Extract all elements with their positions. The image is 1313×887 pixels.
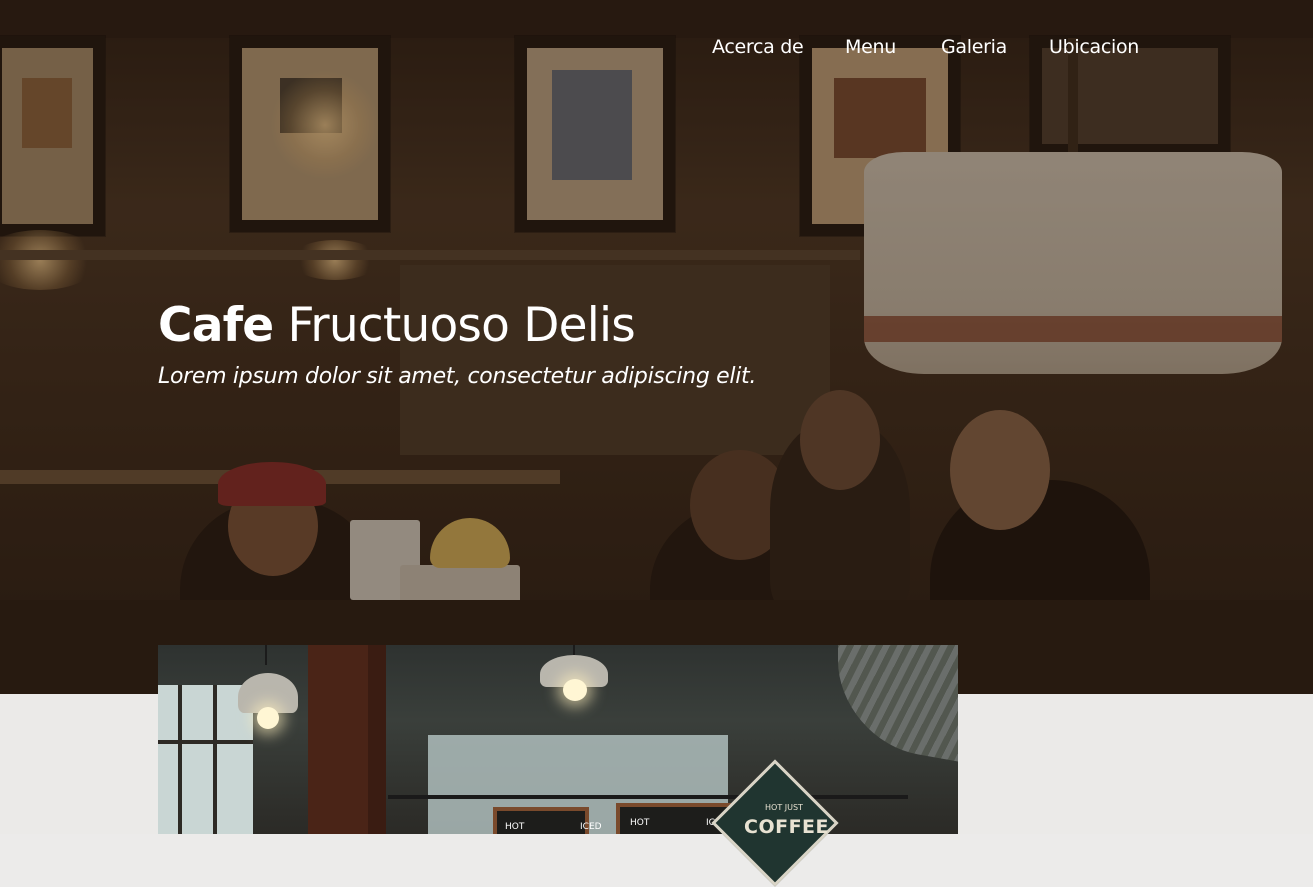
- nav-link-ubicacion[interactable]: Ubicacion: [1049, 36, 1139, 58]
- board-label-hot-right: HOT: [630, 818, 650, 828]
- coffee-sign-text: COFFEE: [744, 816, 830, 838]
- nav-link-acerca-de[interactable]: Acerca de: [712, 36, 804, 58]
- board-label-iced-left: ICED: [580, 822, 602, 832]
- main-nav: Acerca de Menu Galeria Ubicacion: [0, 36, 1313, 66]
- cafe-interior-photo: [158, 645, 958, 834]
- hero-tagline: Lorem ipsum dolor sit amet, consectetur …: [158, 364, 757, 389]
- nav-link-menu[interactable]: Menu: [845, 36, 896, 58]
- coffee-sign-subtext: HOT JUST: [765, 803, 803, 812]
- hero-title-rest: Fructuoso Delis: [273, 298, 635, 353]
- hero-title-bold: Cafe: [158, 298, 274, 353]
- hero-title: Cafe Fructuoso Delis: [158, 298, 636, 353]
- track-light-rail: [388, 795, 908, 799]
- nav-link-galeria[interactable]: Galeria: [941, 36, 1007, 58]
- board-label-hot-left: HOT: [505, 822, 525, 832]
- hero-section: Acerca de Menu Galeria Ubicacion Cafe Fr…: [0, 0, 1313, 694]
